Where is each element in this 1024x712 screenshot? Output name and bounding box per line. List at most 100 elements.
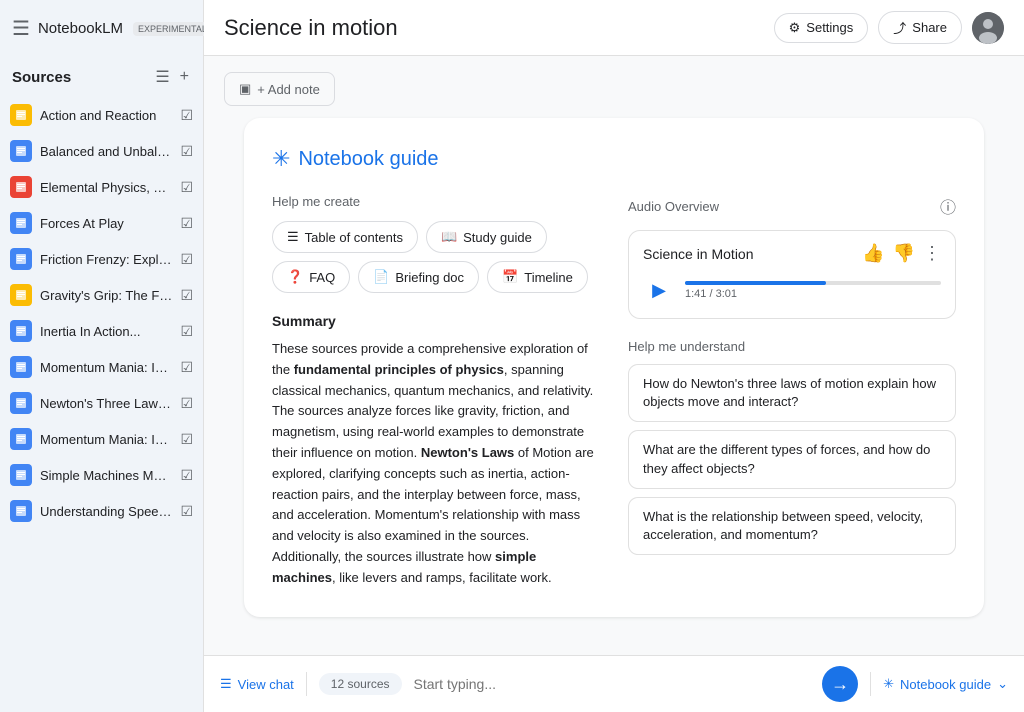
right-column: Audio Overview ⓘ Science in Motion 👍 👎 (628, 194, 956, 589)
audio-overview: Audio Overview ⓘ Science in Motion 👍 👎 (628, 194, 956, 319)
thumbs-down-button[interactable]: 👎 (893, 243, 915, 264)
source-checkbox[interactable]: ☑ (180, 107, 193, 124)
faq-icon: ❓ (287, 269, 303, 285)
audio-overview-label: Audio Overview (628, 199, 719, 214)
add-source-icon[interactable]: + (178, 65, 191, 89)
source-icon (10, 284, 32, 306)
list-item[interactable]: Momentum Mania: Inves...☑ (0, 349, 203, 385)
source-name: Momentum Mania: Inves... (40, 432, 172, 447)
help-create-label: Help me create (272, 194, 600, 209)
progress-bar[interactable]: 1:41 / 3:01 (685, 281, 941, 300)
guide-btn-timeline[interactable]: 📅Timeline (487, 261, 588, 293)
settings-button[interactable]: ⚙ Settings (774, 13, 869, 43)
notebook-guide-card: ✳ Notebook guide Help me create ☰Table o… (244, 118, 984, 617)
source-checkbox[interactable]: ☑ (180, 215, 193, 232)
source-checkbox[interactable]: ☑ (180, 467, 193, 484)
source-icon (10, 104, 32, 126)
source-name: Balanced and Unbalanc... (40, 144, 172, 159)
source-checkbox[interactable]: ☑ (180, 323, 193, 340)
sidebar: ☰ NotebookLM EXPERIMENTAL Sources ☰ + Ac… (0, 0, 204, 712)
summary-section: Summary These sources provide a comprehe… (272, 313, 600, 589)
two-col-layout: Help me create ☰Table of contents📖Study … (272, 194, 956, 589)
list-item[interactable]: Forces At Play ☑ (0, 205, 203, 241)
info-icon[interactable]: ⓘ (940, 194, 956, 218)
source-name: Action and Reaction (40, 108, 172, 123)
note-icon: ▣ (239, 81, 251, 97)
list-item[interactable]: Newton's Three Laws... ☑ (0, 385, 203, 421)
source-checkbox[interactable]: ☑ (180, 503, 193, 520)
list-item[interactable]: Understanding Speed, Ve...☑ (0, 493, 203, 529)
source-checkbox[interactable]: ☑ (180, 143, 193, 160)
card-title: ✳ Notebook guide (272, 146, 956, 172)
play-button[interactable]: ▶ (643, 274, 675, 306)
filter-icon[interactable]: ☰ (153, 65, 171, 89)
thumbs-up-button[interactable]: 👍 (862, 243, 884, 264)
source-name: Elemental Physics, Third... (40, 180, 172, 195)
list-item[interactable]: What are the different types of forces, … (628, 430, 956, 488)
brief-icon: 📄 (373, 269, 389, 285)
more-options-button[interactable]: ⋮ (923, 243, 941, 264)
source-icon (10, 140, 32, 162)
guide-btn-study[interactable]: 📖Study guide (426, 221, 547, 253)
list-item[interactable]: Momentum Mania: Inves... ☑ (0, 421, 203, 457)
add-note-label: + Add note (257, 82, 320, 97)
avatar[interactable] (972, 12, 1004, 44)
notebook-guide-btn-label: Notebook guide (900, 677, 991, 692)
main-content: Science in motion ⚙ Settings ⤴ Share (204, 0, 1024, 712)
time-current: 1:41 (685, 288, 706, 300)
source-icon (10, 356, 32, 378)
view-chat-button[interactable]: ☰ View chat (220, 676, 294, 692)
list-item[interactable]: Friction Frenzy: Explorin...☑ (0, 241, 203, 277)
list-item[interactable]: Simple Machines Make...☑ (0, 457, 203, 493)
list-item[interactable]: Elemental Physics, Third... ☑ (0, 169, 203, 205)
help-understand-section: Help me understand How do Newton's three… (628, 339, 956, 555)
send-button[interactable]: → (822, 666, 858, 702)
sidebar-header: ☰ NotebookLM EXPERIMENTAL (0, 0, 203, 57)
guide-buttons-grid: ☰Table of contents📖Study guide ❓FAQ📄Brief… (272, 221, 600, 293)
sources-actions: ☰ + (153, 65, 191, 89)
chat-icon: ☰ (220, 676, 232, 692)
bottom-bar: ☰ View chat 12 sources → ✳ Notebook guid… (204, 655, 1024, 712)
gear-icon: ⚙ (789, 20, 801, 36)
sources-badge: 12 sources (319, 673, 402, 695)
menu-icon[interactable]: ☰ (12, 16, 30, 41)
share-button[interactable]: ⤴ Share (878, 11, 962, 44)
sources-title: Sources (12, 69, 71, 86)
source-checkbox[interactable]: ☑ (180, 287, 193, 304)
list-item[interactable]: How do Newton's three laws of motion exp… (628, 364, 956, 422)
source-checkbox[interactable]: ☑ (180, 179, 193, 196)
share-icon: ⤴ (893, 18, 906, 37)
left-column: Help me create ☰Table of contents📖Study … (272, 194, 600, 589)
source-checkbox[interactable]: ☑ (180, 359, 193, 376)
audio-overview-header: Audio Overview ⓘ (628, 194, 956, 218)
list-item[interactable]: Balanced and Unbalanc... ☑ (0, 133, 203, 169)
source-name: Inertia In Action... (40, 324, 172, 339)
add-note-button[interactable]: ▣ + Add note (224, 72, 335, 106)
summary-title: Summary (272, 313, 600, 329)
source-checkbox[interactable]: ☑ (180, 395, 193, 412)
list-item[interactable]: Action and Reaction ☑ (0, 97, 203, 133)
guide-btn-toc[interactable]: ☰Table of contents (272, 221, 418, 253)
source-name: Forces At Play (40, 216, 172, 231)
source-checkbox[interactable]: ☑ (180, 431, 193, 448)
help-questions-list: How do Newton's three laws of motion exp… (628, 364, 956, 555)
source-icon (10, 212, 32, 234)
experimental-badge: EXPERIMENTAL (133, 22, 212, 36)
share-label: Share (912, 20, 947, 35)
divider2 (870, 672, 871, 696)
audio-player: ▶ 1:41 / 3:01 (643, 274, 941, 306)
sources-header: Sources ☰ + (0, 57, 203, 95)
notebook-guide-title: Notebook guide (298, 148, 438, 171)
notebook-guide-button[interactable]: ✳ Notebook guide ⌄ (883, 676, 1008, 692)
source-name: Newton's Three Laws... (40, 396, 172, 411)
audio-actions: 👍 👎 ⋮ (862, 243, 941, 264)
list-item[interactable]: What is the relationship between speed, … (628, 497, 956, 555)
guide-btn-brief[interactable]: 📄Briefing doc (358, 261, 479, 293)
source-checkbox[interactable]: ☑ (180, 251, 193, 268)
list-item[interactable]: Gravity's Grip: The Force...☑ (0, 277, 203, 313)
chat-input[interactable] (414, 676, 811, 692)
guide-btn-faq[interactable]: ❓FAQ (272, 261, 350, 293)
source-icon (10, 392, 32, 414)
top-bar-actions: ⚙ Settings ⤴ Share (774, 11, 1004, 44)
list-item[interactable]: Inertia In Action... ☑ (0, 313, 203, 349)
